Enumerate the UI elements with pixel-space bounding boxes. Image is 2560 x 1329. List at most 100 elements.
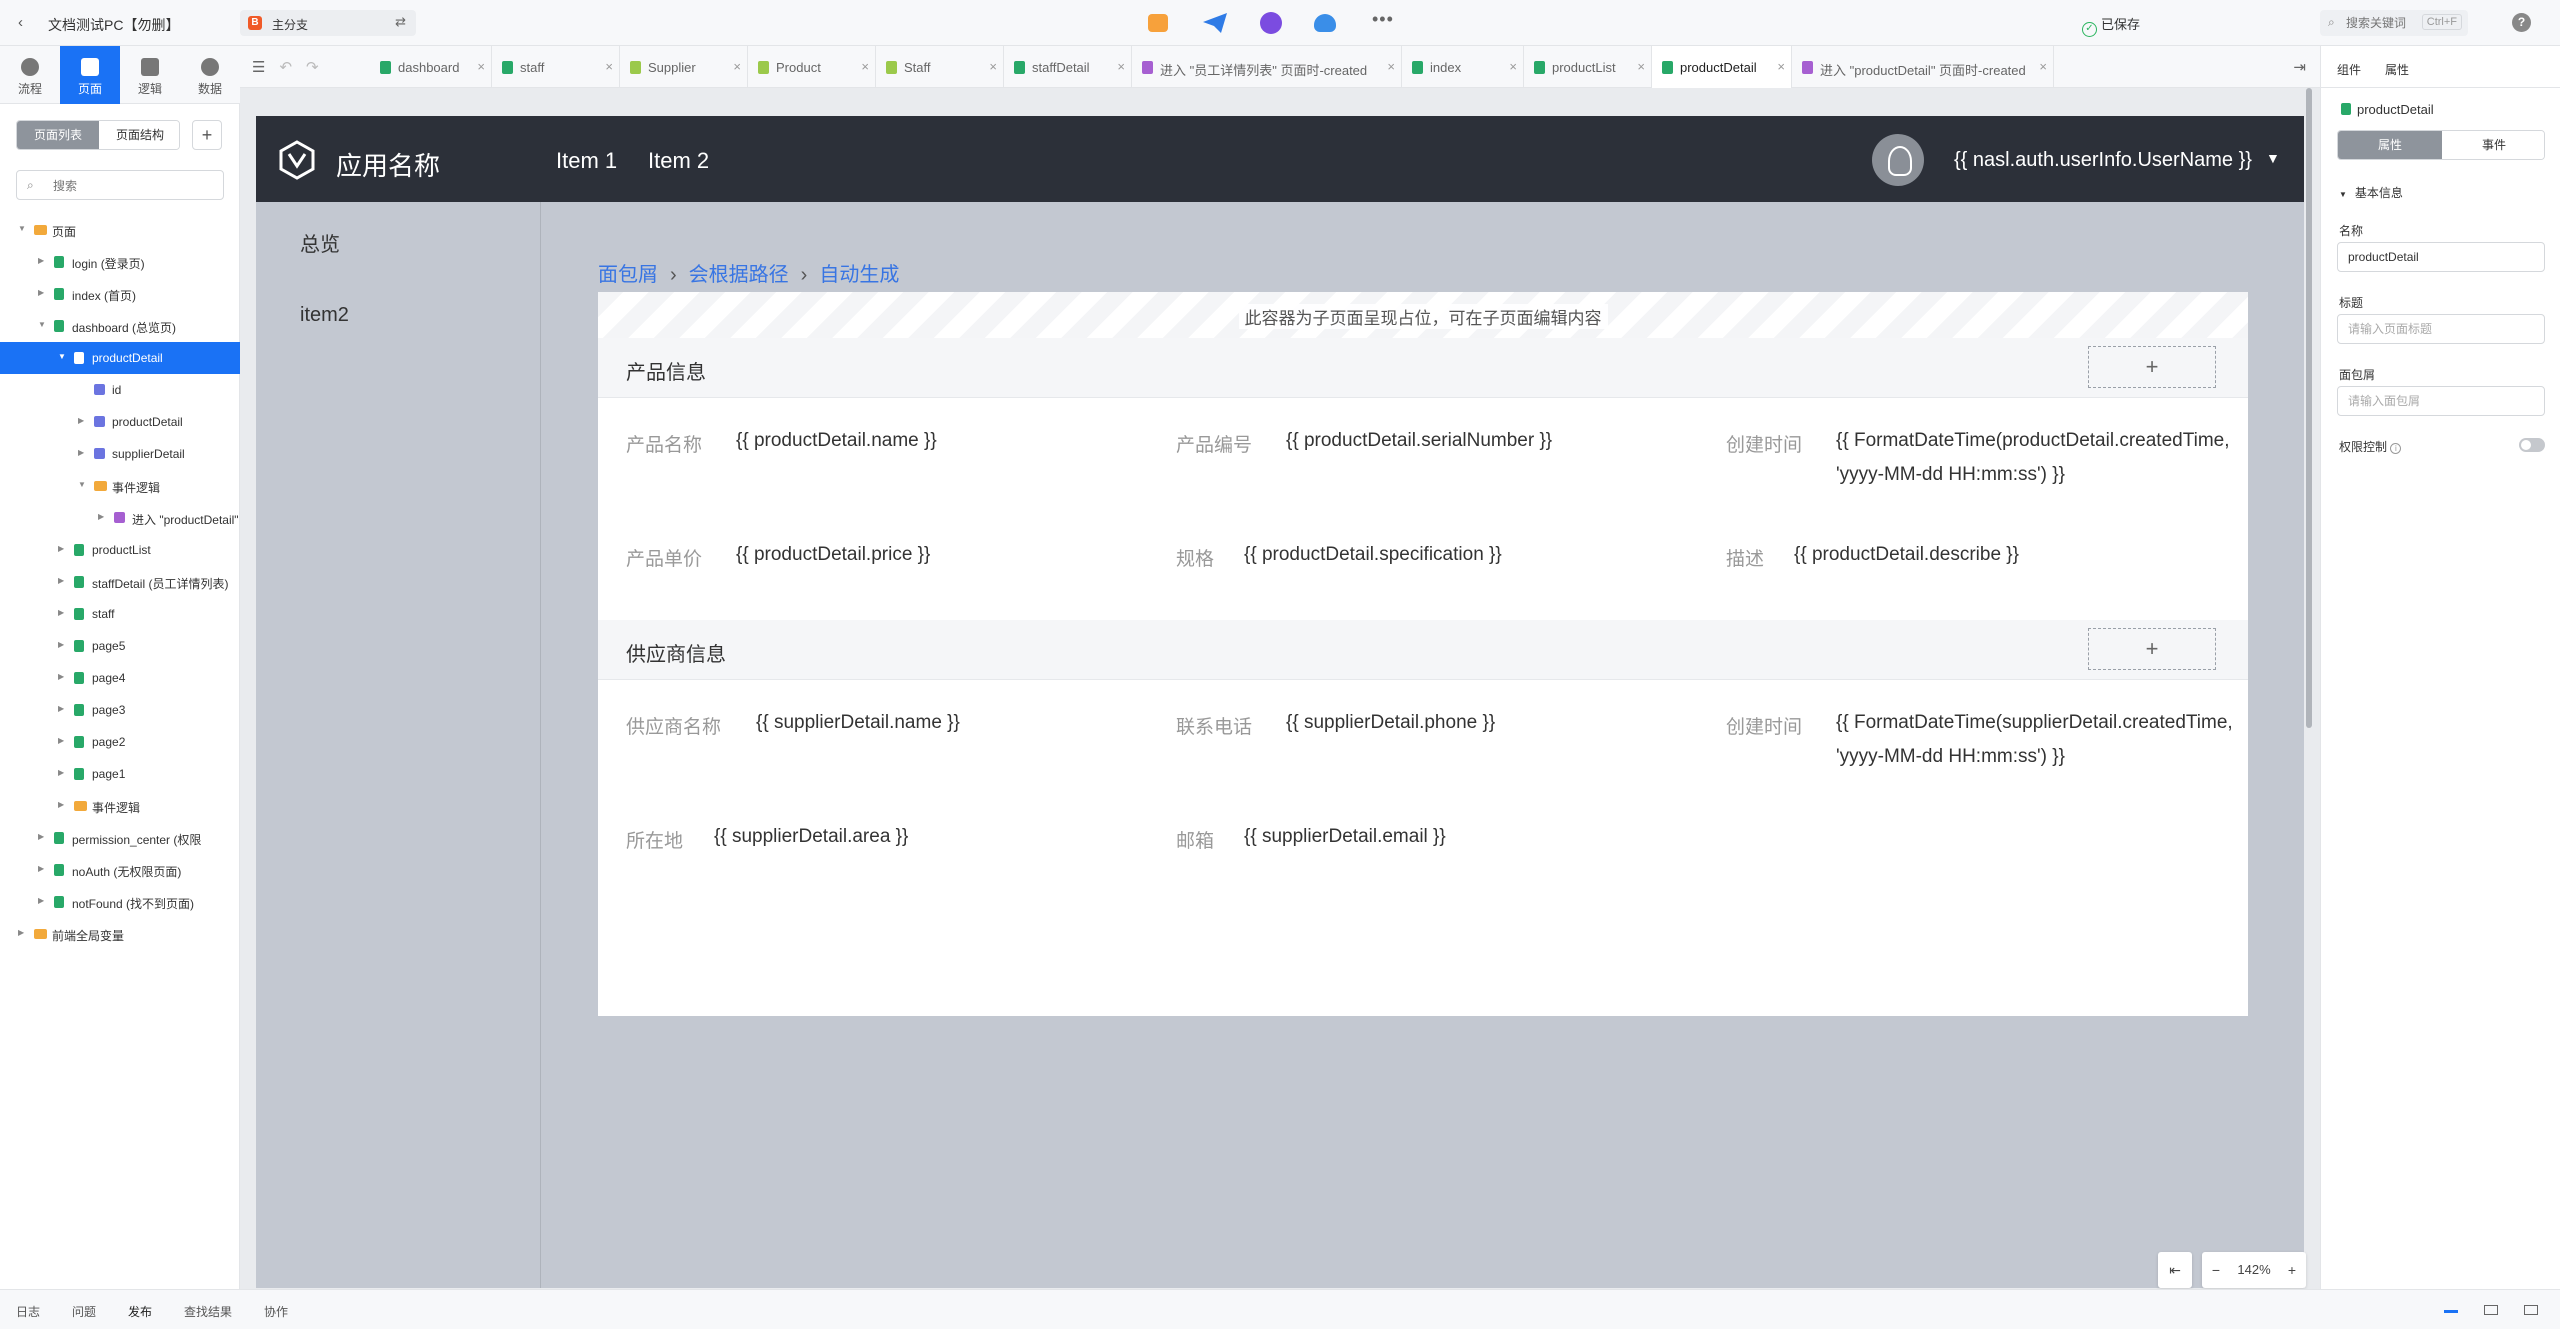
chevron-right-icon[interactable]: ▶	[38, 832, 44, 841]
more-icon[interactable]: •••	[1372, 9, 1394, 31]
tree-node[interactable]: ▶ notFound (找不到页面)	[0, 886, 240, 918]
add-slot-button[interactable]: +	[2088, 346, 2216, 388]
chevron-right-icon[interactable]: ▶	[78, 448, 84, 457]
close-icon[interactable]: ×	[1117, 59, 1125, 74]
chevron-right-icon[interactable]: ▶	[38, 896, 44, 905]
close-icon[interactable]: ×	[1509, 59, 1517, 74]
tree-node[interactable]: id	[0, 374, 240, 406]
zoom-out-button[interactable]: −	[2202, 1252, 2230, 1288]
tab-dashboard[interactable]: dashboard ×	[370, 46, 492, 88]
collapse-panel-icon[interactable]: ⇥	[2293, 58, 2306, 76]
tab-staff[interactable]: staff ×	[492, 46, 620, 88]
mode-flow[interactable]: 流程	[0, 46, 60, 104]
tree-node[interactable]: ▶ page5	[0, 630, 240, 662]
tree-node[interactable]: ▼ dashboard (总览页)	[0, 310, 240, 342]
nav-item-1[interactable]: Item 1	[556, 148, 617, 174]
chevron-right-icon[interactable]: ▶	[58, 672, 64, 681]
chevron-right-icon[interactable]: ▶	[38, 288, 44, 297]
tab-product-detail[interactable]: productDetail ×	[1652, 46, 1792, 88]
user-name[interactable]: {{ nasl.auth.userInfo.UserName }}	[1954, 149, 2252, 172]
plugin-icon[interactable]	[1260, 12, 1282, 34]
side-menu-item2[interactable]: item2	[300, 304, 349, 327]
tab-components[interactable]: 组件	[2337, 61, 2361, 78]
chevron-right-icon[interactable]: ▶	[58, 576, 64, 585]
tab-supplier[interactable]: Supplier ×	[620, 46, 748, 88]
tree-node[interactable]: ▶ login (登录页)	[0, 246, 240, 278]
tree-node[interactable]: ▶ 事件逻辑	[0, 790, 240, 822]
properties-segment[interactable]: 属性	[2338, 131, 2442, 159]
tree-node[interactable]: ▶ page2	[0, 726, 240, 758]
mode-logic[interactable]: 逻辑	[120, 46, 180, 104]
redo-icon[interactable]: ↷	[306, 59, 333, 76]
find-results-tab[interactable]: 查找结果	[184, 1303, 232, 1320]
tree-node[interactable]: ▶ supplierDetail	[0, 438, 240, 470]
close-icon[interactable]: ×	[1777, 59, 1785, 74]
log-tab[interactable]: 日志	[16, 1303, 40, 1320]
basic-info-section[interactable]: ▼ 基本信息	[2339, 184, 2403, 201]
close-icon[interactable]: ×	[605, 59, 613, 74]
tree-node[interactable]: ▶ staffDetail (员工详情列表)	[0, 566, 240, 598]
tree-node[interactable]: ▶ staff	[0, 598, 240, 630]
outline-icon[interactable]: ☰	[252, 59, 279, 76]
chevron-down-icon[interactable]: ▼	[18, 224, 26, 233]
maximize-icon[interactable]	[2524, 1305, 2538, 1315]
add-page-button[interactable]: +	[192, 120, 222, 150]
tree-node[interactable]: ▶ page4	[0, 662, 240, 694]
chevron-down-icon[interactable]: ▼	[58, 352, 66, 361]
chevron-right-icon[interactable]: ▶	[38, 256, 44, 265]
page-structure-tab[interactable]: 页面结构	[99, 121, 179, 149]
crumb-input[interactable]	[2337, 386, 2545, 416]
tree-node[interactable]: ▶ productDetail	[0, 406, 240, 438]
fit-screen-button[interactable]: ⇤	[2158, 1252, 2192, 1288]
breadcrumb-item[interactable]: 自动生成	[819, 264, 899, 286]
close-icon[interactable]: ×	[1387, 59, 1395, 74]
global-search[interactable]: ⌕ Ctrl+F	[2320, 10, 2468, 36]
breadcrumb-item[interactable]: 面包屑	[598, 264, 658, 286]
tab-product-list[interactable]: productList ×	[1524, 46, 1652, 88]
chevron-right-icon[interactable]: ▶	[58, 768, 64, 777]
mode-data[interactable]: 数据	[180, 46, 240, 104]
chevron-down-icon[interactable]: ▼	[78, 480, 86, 489]
chevron-right-icon[interactable]: ▶	[58, 544, 64, 553]
chevron-right-icon[interactable]: ▶	[58, 640, 64, 649]
help-icon[interactable]: ?	[2512, 13, 2531, 32]
tab-product-created-logic[interactable]: 进入 "productDetail" 页面时-created ×	[1792, 46, 2054, 88]
problems-tab[interactable]: 问题	[72, 1303, 96, 1320]
chevron-right-icon[interactable]: ▶	[98, 512, 104, 521]
publish-icon[interactable]	[1202, 12, 1227, 34]
title-input[interactable]	[2337, 314, 2545, 344]
chevron-down-icon[interactable]: ▼	[2266, 150, 2280, 166]
tab-properties[interactable]: 属性	[2385, 61, 2409, 78]
tab-staff-entity[interactable]: Staff ×	[876, 46, 1004, 88]
tab-staff-detail[interactable]: staffDetail ×	[1004, 46, 1132, 88]
tree-node[interactable]: ▶ page3	[0, 694, 240, 726]
tree-node[interactable]: ▶ permission_center (权限	[0, 822, 240, 854]
chevron-right-icon[interactable]: ▶	[38, 864, 44, 873]
close-icon[interactable]: ×	[477, 59, 485, 74]
close-icon[interactable]: ×	[1637, 59, 1645, 74]
tree-node[interactable]: ▶ page1	[0, 758, 240, 790]
name-input[interactable]	[2337, 242, 2545, 272]
chevron-right-icon[interactable]: ▶	[58, 736, 64, 745]
tab-index[interactable]: index ×	[1402, 46, 1524, 88]
collaboration-tab[interactable]: 协作	[264, 1303, 288, 1320]
nav-item-2[interactable]: Item 2	[648, 148, 709, 174]
page-list-tab[interactable]: 页面列表	[17, 121, 99, 149]
tree-node[interactable]: ▶ noAuth (无权限页面)	[0, 854, 240, 886]
publish-tab[interactable]: 发布	[128, 1303, 152, 1320]
chevron-right-icon[interactable]: ▶	[18, 928, 24, 937]
add-slot-button[interactable]: +	[2088, 628, 2216, 670]
dock-bottom-icon[interactable]	[2444, 1305, 2458, 1313]
close-icon[interactable]: ×	[733, 59, 741, 74]
close-icon[interactable]: ×	[2039, 59, 2047, 74]
avatar[interactable]	[1872, 134, 1924, 186]
tree-node[interactable]: ▶ index (首页)	[0, 278, 240, 310]
chevron-down-icon[interactable]: ▼	[38, 320, 46, 329]
tree-node[interactable]: ▼ 页面	[0, 214, 240, 246]
tree-node[interactable]: ▼ productDetail	[0, 342, 240, 374]
dock-split-icon[interactable]	[2484, 1305, 2498, 1315]
tab-staff-created-logic[interactable]: 进入 "员工详情列表" 页面时-created ×	[1132, 46, 1402, 88]
tree-node[interactable]: ▶ 进入 "productDetail"	[0, 502, 240, 534]
tab-product[interactable]: Product ×	[748, 46, 876, 88]
mode-page[interactable]: 页面	[60, 46, 120, 104]
